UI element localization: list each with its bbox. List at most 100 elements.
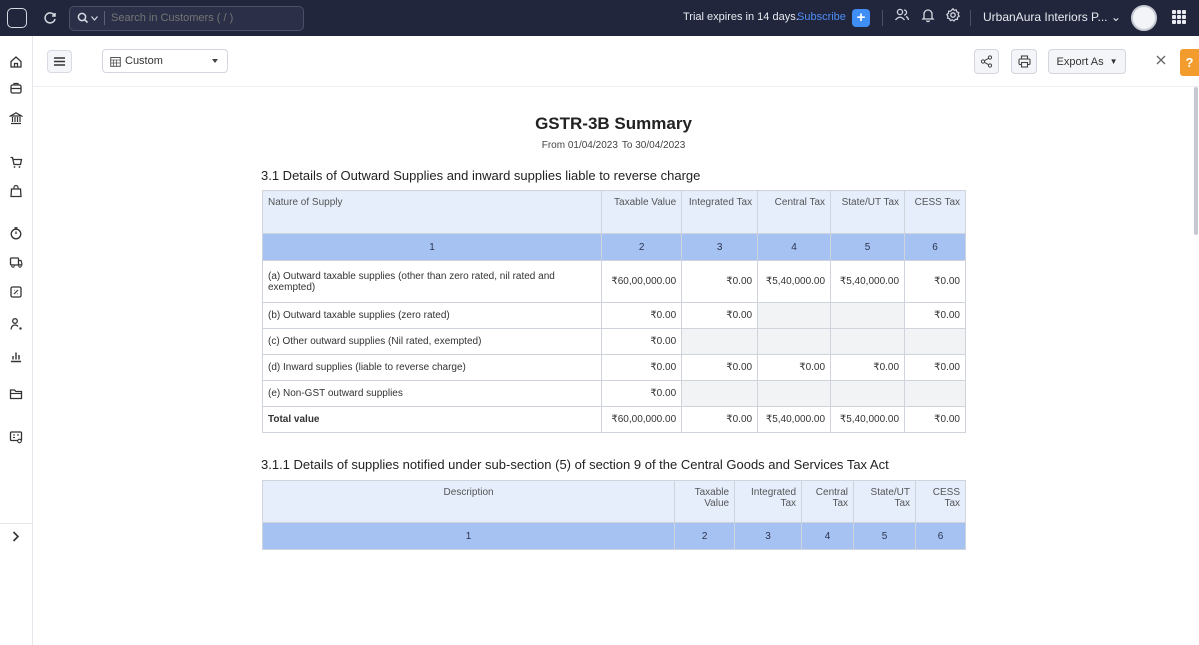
column-header: Integrated Tax: [681, 190, 759, 234]
search-icon: [77, 12, 89, 24]
central-tax[interactable]: ₹5,40,000.00: [757, 260, 832, 303]
period-select-value: Custom: [125, 55, 163, 67]
state-tax[interactable]: ₹5,40,000.00: [830, 260, 906, 303]
cart-icon[interactable]: [6, 152, 26, 172]
subscribe-link[interactable]: Subscribe: [797, 11, 846, 23]
app-grid-icon[interactable]: [1172, 10, 1186, 24]
column-header: Taxable Value: [601, 190, 683, 234]
column-header: Nature of Supply: [261, 190, 603, 234]
help-button[interactable]: ?: [1180, 49, 1199, 76]
report-menu-button[interactable]: [47, 50, 72, 73]
taxable-value[interactable]: ₹0.00: [601, 354, 683, 381]
scrollbar-thumb[interactable]: [1194, 87, 1198, 235]
table-row: (b) Outward taxable supplies (zero rated…: [261, 302, 966, 329]
app-logo-icon[interactable]: [7, 8, 27, 28]
supply-nature: (b) Outward taxable supplies (zero rated…: [261, 302, 603, 329]
sidebar-expand-button[interactable]: [0, 523, 32, 549]
column-number: 4: [757, 233, 832, 261]
users-icon[interactable]: [894, 7, 910, 28]
column-number: 1: [261, 233, 603, 261]
print-button[interactable]: [1011, 49, 1037, 74]
column-number-row: 1 2 3 4 5 6: [261, 522, 966, 550]
cess-tax[interactable]: ₹0.00: [904, 260, 966, 303]
organization-switcher[interactable]: UrbanAura Interiors P... ⌄: [983, 10, 1121, 24]
column-number: 5: [853, 522, 916, 550]
taxable-value[interactable]: ₹0.00: [601, 328, 683, 355]
bell-icon[interactable]: [920, 7, 936, 28]
reports-icon[interactable]: [6, 346, 26, 366]
search-input[interactable]: [111, 12, 291, 24]
column-number: 1: [261, 522, 676, 550]
home-icon[interactable]: [6, 52, 26, 72]
share-button[interactable]: [974, 49, 999, 74]
export-as-dropdown[interactable]: Export As ▼: [1048, 49, 1126, 74]
empty-cell: [681, 328, 759, 355]
supply-nature: (c) Other outward supplies (Nil rated, e…: [261, 328, 603, 355]
column-number: 6: [904, 233, 966, 261]
integrated-tax[interactable]: ₹0.00: [681, 354, 759, 381]
search-filter-dropdown[interactable]: [70, 12, 98, 24]
integrated-tax[interactable]: ₹0.00: [681, 302, 759, 329]
chevron-down-icon: [91, 15, 98, 21]
delivery-icon[interactable]: [6, 252, 26, 272]
total-taxable-value: ₹60,00,000.00: [601, 406, 683, 433]
column-header: Central Tax: [801, 480, 855, 523]
report-toolbar: Custom Export As ▼ ?: [33, 36, 1199, 87]
search-divider: [104, 11, 105, 25]
table-row: (c) Other outward supplies (Nil rated, e…: [261, 328, 966, 355]
supply-nature: (d) Inward supplies (liable to reverse c…: [261, 354, 603, 381]
config-icon[interactable]: [6, 427, 26, 447]
recent-activity-icon[interactable]: [39, 7, 61, 29]
trial-expiry-text: Trial expires in 14 days.: [683, 11, 799, 23]
column-number: 2: [601, 233, 683, 261]
period-to: To 30/04/2023: [621, 140, 686, 151]
empty-cell: [904, 380, 966, 407]
notified-supplies-table: Description Taxable Value Integrated Tax…: [261, 480, 966, 550]
column-header: State/UT Tax: [853, 480, 916, 523]
column-number: 2: [674, 522, 736, 550]
caret-down-icon: ▼: [1109, 57, 1118, 66]
period-select[interactable]: Custom: [102, 49, 228, 73]
empty-cell: [904, 328, 966, 355]
empty-cell: [681, 380, 759, 407]
taxable-value[interactable]: ₹0.00: [601, 302, 683, 329]
cess-tax[interactable]: ₹0.00: [904, 354, 966, 381]
taxable-value[interactable]: ₹0.00: [601, 380, 683, 407]
column-number-row: 1 2 3 4 5 6: [261, 233, 966, 261]
integrated-tax[interactable]: ₹0.00: [681, 260, 759, 303]
chevron-right-icon: [12, 531, 20, 542]
column-header: Description: [261, 480, 676, 523]
inventory-icon[interactable]: [6, 78, 26, 98]
total-central-tax: ₹5,40,000.00: [757, 406, 832, 433]
taxable-value[interactable]: ₹60,00,000.00: [601, 260, 683, 303]
accountant-icon[interactable]: [6, 282, 26, 302]
organization-name: UrbanAura Interiors P...: [983, 10, 1108, 24]
table-row: (d) Inward supplies (liable to reverse c…: [261, 354, 966, 381]
divider: [882, 10, 883, 26]
state-tax[interactable]: ₹0.00: [830, 354, 906, 381]
total-row: Total value ₹60,00,000.00 ₹0.00 ₹5,40,00…: [261, 406, 966, 433]
column-header: Integrated Tax: [734, 480, 803, 523]
quick-create-button[interactable]: +: [852, 9, 870, 27]
banking-icon[interactable]: [6, 108, 26, 128]
timer-icon[interactable]: [6, 223, 26, 243]
time-tracking-icon[interactable]: [6, 314, 26, 334]
period-from: From 01/04/2023: [541, 140, 618, 151]
empty-cell: [830, 328, 906, 355]
column-number: 3: [681, 233, 759, 261]
central-tax[interactable]: ₹0.00: [757, 354, 832, 381]
avatar[interactable]: [1131, 5, 1157, 31]
table-row: (e) Non-GST outward supplies ₹0.00: [261, 380, 966, 407]
cess-tax[interactable]: ₹0.00: [904, 302, 966, 329]
left-sidebar: [0, 36, 33, 645]
total-cess-tax: ₹0.00: [904, 406, 966, 433]
column-number: 5: [830, 233, 906, 261]
gear-icon[interactable]: [945, 7, 961, 28]
vertical-scrollbar[interactable]: [1193, 87, 1199, 545]
export-as-label: Export As: [1056, 55, 1104, 68]
empty-cell: [830, 302, 906, 329]
bag-icon[interactable]: [6, 181, 26, 201]
documents-icon[interactable]: [6, 384, 26, 404]
close-report-button[interactable]: [1156, 52, 1166, 68]
caret-down-icon: [212, 59, 218, 63]
